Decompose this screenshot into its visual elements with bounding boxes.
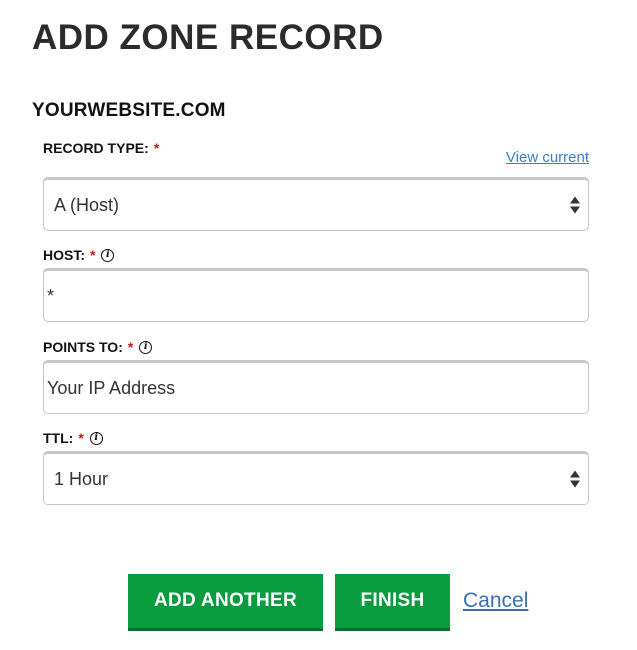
- required-marker: *: [153, 140, 160, 156]
- points-to-label-text: POINTS TO:: [43, 339, 123, 355]
- info-icon[interactable]: i: [139, 340, 153, 354]
- points-to-label: POINTS TO: * i: [43, 339, 153, 355]
- record-type-value: A (Host): [54, 194, 120, 215]
- ttl-label-text: TTL:: [43, 430, 74, 446]
- view-current-link[interactable]: View current: [506, 149, 589, 166]
- cancel-link[interactable]: Cancel: [463, 589, 528, 613]
- points-to-input[interactable]: Your IP Address: [43, 360, 589, 414]
- select-arrows-icon: [570, 196, 580, 214]
- add-another-button[interactable]: ADD ANOTHER: [128, 574, 323, 628]
- ttl-label: TTL: * i: [43, 430, 103, 446]
- record-type-select[interactable]: A (Host): [43, 177, 589, 231]
- ttl-value: 1 Hour: [54, 468, 109, 489]
- host-value: *: [47, 285, 55, 306]
- domain-name: YOURWEBSITE.COM: [32, 100, 226, 121]
- info-icon[interactable]: i: [89, 431, 103, 445]
- finish-button[interactable]: FINISH: [335, 574, 450, 628]
- ttl-select[interactable]: 1 Hour: [43, 451, 589, 505]
- required-marker: *: [90, 247, 96, 263]
- record-type-label-text: RECORD TYPE:: [43, 140, 149, 156]
- host-input[interactable]: *: [43, 268, 589, 322]
- select-arrows-icon: [570, 470, 580, 488]
- required-marker: *: [78, 430, 84, 446]
- host-label-text: HOST:: [43, 247, 85, 263]
- host-label: HOST: * i: [43, 247, 115, 263]
- points-to-value: Your IP Address: [47, 377, 176, 398]
- required-marker: *: [127, 339, 134, 355]
- info-icon[interactable]: i: [101, 248, 115, 262]
- page-title: ADD ZONE RECORD: [32, 18, 384, 57]
- record-type-label: RECORD TYPE: *: [43, 140, 159, 156]
